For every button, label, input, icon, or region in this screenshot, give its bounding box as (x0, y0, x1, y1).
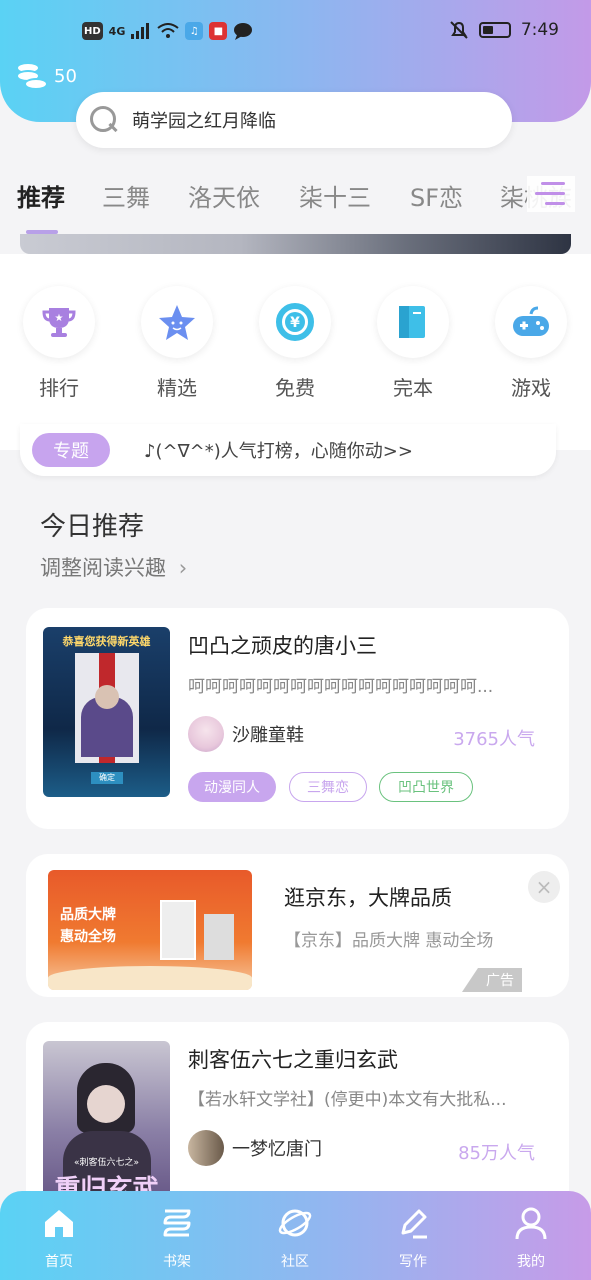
topic-badge: 专题 (32, 433, 110, 467)
chevron-right-icon: › (178, 556, 188, 580)
book-description: 呵呵呵呵呵呵呵呵呵呵呵呵呵呵呵呵呵... (188, 677, 494, 697)
book-card[interactable]: 恭喜您获得新英雄 确定 凹凸之顽皮的唐小三 呵呵呵呵呵呵呵呵呵呵呵呵呵呵呵呵呵.… (26, 608, 569, 829)
book-title: 凹凸之顽皮的唐小三 (188, 634, 377, 658)
category-completed-label: 完本 (393, 376, 433, 400)
svg-text:★: ★ (55, 313, 64, 324)
nav-bookshelf-label: 书架 (163, 1254, 191, 1270)
battery-icon (478, 22, 511, 38)
avatar (188, 716, 224, 752)
nav-community[interactable]: 社区 (255, 1205, 335, 1271)
category-ranking-label: 排行 (39, 376, 79, 400)
category-completed[interactable]: 完本 (373, 286, 453, 401)
bookshelf-icon (163, 1209, 191, 1237)
section-title: 今日推荐 (40, 512, 145, 542)
category-tabs: 推荐 三舞 洛天依 柒十三 SF恋 柒桃族 (0, 178, 591, 222)
coin-icon (14, 60, 48, 92)
book-author[interactable]: 一梦忆唐门 (188, 1130, 322, 1166)
pen-icon (401, 1209, 427, 1239)
nav-home-label: 首页 (45, 1254, 73, 1270)
category-featured-label: 精选 (157, 376, 197, 400)
search-text: 萌学园之红月降临 (132, 111, 276, 132)
popularity: 3765人气 (453, 729, 535, 750)
clock: 7:49 (520, 20, 559, 40)
close-icon[interactable]: × (528, 871, 560, 903)
gamepad-icon (513, 306, 549, 336)
network-indicator: 4G (108, 24, 126, 38)
signal-icon (131, 23, 150, 39)
ad-image-line1: 品质大牌 (60, 907, 116, 923)
status-bar: HD 4G ♫ ■ 7:49 (0, 18, 591, 50)
category-free[interactable]: ¥ 免费 (255, 286, 335, 401)
category-ranking[interactable]: ★ 排行 (19, 286, 99, 401)
category-featured[interactable]: 精选 (137, 286, 217, 401)
category-free-label: 免费 (275, 376, 315, 400)
category-games-label: 游戏 (511, 376, 551, 400)
tab-sflian[interactable]: SF恋 (410, 178, 463, 213)
ad-card[interactable]: 品质大牌 惠动全场 逛京东，大牌品质 【京东】品质大牌 惠动全场 × 广告 (26, 854, 569, 997)
category-games[interactable]: 游戏 (491, 286, 571, 401)
wifi-icon (157, 23, 179, 38)
book-author[interactable]: 沙雕童鞋 (188, 716, 304, 752)
book-cover: 恭喜您获得新英雄 确定 (43, 627, 170, 797)
book-description: 【若水轩文学社】(停更中)本文有大批私... (188, 1090, 507, 1110)
planet-icon (278, 1209, 312, 1237)
coin-count: 50 (54, 65, 77, 87)
tab-recommend[interactable]: 推荐 (17, 178, 65, 213)
search-icon (86, 102, 122, 138)
coin-balance[interactable]: 50 (14, 60, 77, 92)
cover-button: 确定 (91, 772, 123, 784)
ad-label: 广告 (462, 968, 522, 992)
ad-image-line2: 惠动全场 (60, 929, 116, 945)
adjust-interest-link[interactable]: 调整阅读兴趣 › (40, 552, 187, 582)
book-title: 刺客伍六七之重归玄武 (188, 1048, 398, 1072)
popularity: 85万人气 (458, 1143, 535, 1164)
bottom-navigation: 首页 书架 社区 写作 我的 (0, 1191, 591, 1280)
author-name: 沙雕童鞋 (232, 725, 304, 746)
profile-icon (515, 1207, 547, 1240)
topic-banner[interactable]: 专题 ♪(^∇^*)人气打榜，心随你动>> (20, 424, 556, 476)
author-name: 一梦忆唐门 (232, 1139, 322, 1160)
cover-subtitle: «刺客伍六七之» (73, 1158, 139, 1168)
star-icon (159, 305, 195, 340)
nav-bookshelf[interactable]: 书架 (137, 1205, 217, 1271)
home-icon (45, 1210, 73, 1237)
search-bar[interactable]: 萌学园之红月降临 (76, 92, 512, 148)
nav-profile[interactable]: 我的 (491, 1205, 571, 1271)
app-notification-icon: ■ (209, 22, 228, 40)
adjust-interest-label: 调整阅读兴趣 (40, 556, 166, 580)
hd-indicator: HD (82, 22, 103, 40)
tab-menu-icon[interactable] (527, 176, 575, 212)
svg-text:¥: ¥ (290, 315, 300, 331)
ad-title: 逛京东，大牌品质 (284, 886, 452, 910)
topic-text: ♪(^∇^*)人气打榜，心随你动>> (144, 441, 413, 462)
music-app-icon: ♫ (185, 22, 204, 40)
nav-write-label: 写作 (399, 1254, 427, 1270)
banner-carousel[interactable] (20, 234, 571, 254)
tag-aotu-world[interactable]: 凹凸世界 (379, 772, 473, 802)
trophy-icon: ★ (42, 308, 76, 337)
book-icon (399, 306, 425, 338)
nav-profile-label: 我的 (517, 1254, 545, 1270)
ad-description: 【京东】品质大牌 惠动全场 (284, 931, 494, 951)
mute-bell-icon (450, 21, 468, 39)
tab-sanwu[interactable]: 三舞 (102, 178, 150, 213)
ad-image: 品质大牌 惠动全场 (48, 870, 252, 990)
tab-luotianyi[interactable]: 洛天依 (188, 178, 260, 213)
tag-anime[interactable]: 动漫同人 (188, 772, 276, 802)
cover-caption: 恭喜您获得新英雄 (62, 635, 151, 648)
tag-sanwulian[interactable]: 三舞恋 (289, 772, 367, 802)
nav-write[interactable]: 写作 (373, 1205, 453, 1271)
tab-qishisan[interactable]: 柒十三 (299, 178, 371, 213)
nav-home[interactable]: 首页 (19, 1205, 99, 1271)
nav-community-label: 社区 (281, 1254, 309, 1270)
chat-icon (234, 23, 253, 40)
avatar (188, 1130, 224, 1166)
yen-icon: ¥ (276, 303, 314, 341)
